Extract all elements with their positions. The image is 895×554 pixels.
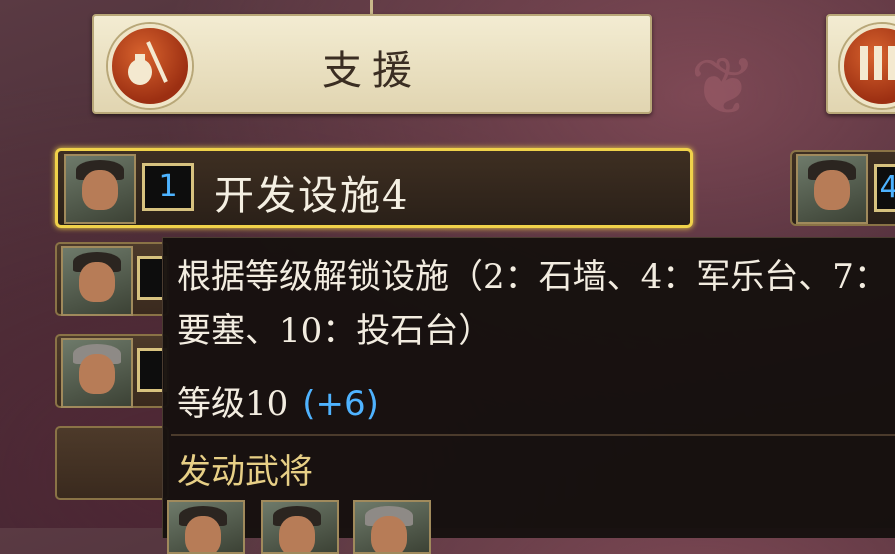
tooltip-level-bonus: (+6) xyxy=(302,384,379,424)
general-portrait xyxy=(64,154,136,224)
row-number-badge-secondary: 4 xyxy=(874,164,895,212)
support-row-secondary[interactable]: 4 xyxy=(790,150,895,226)
row-number-badge: 1 xyxy=(142,163,194,211)
general-portrait-3 xyxy=(61,338,133,408)
top-connector-line xyxy=(370,0,373,14)
general-portrait-secondary xyxy=(796,154,868,224)
support-row-3[interactable] xyxy=(55,334,169,408)
tooltip-section-title: 发动武将 xyxy=(177,452,313,492)
skill-tooltip: 根据等级解锁设施（2：石墙、4：军乐台、7：要塞、10：投石台） 等级10 (+6… xyxy=(162,237,895,554)
tooltip-level: 等级10 (+6) xyxy=(177,376,379,425)
tab-secondary[interactable] xyxy=(826,14,895,114)
support-row-2[interactable] xyxy=(55,242,169,316)
skill-name: 开发设施4 xyxy=(214,173,410,219)
tooltip-description: 根据等级解锁设施（2：石墙、4：军乐台、7：要塞、10：投石台） xyxy=(177,257,888,351)
tooltip-level-label: 等级10 xyxy=(177,384,289,424)
activating-general-portrait xyxy=(261,500,339,554)
tab-support[interactable]: 支援 xyxy=(92,14,652,114)
general-portrait-2 xyxy=(61,246,133,316)
activating-general-portrait xyxy=(353,500,431,554)
support-row-4[interactable] xyxy=(55,426,169,500)
flower-ornament-icon: ❦ xyxy=(690,40,758,133)
tab-title: 支援 xyxy=(322,48,422,94)
support-row-selected[interactable]: 1 开发设施4 xyxy=(55,148,693,228)
tooltip-divider xyxy=(171,434,895,436)
activating-general-portrait xyxy=(167,500,245,554)
bars-icon xyxy=(840,24,895,108)
